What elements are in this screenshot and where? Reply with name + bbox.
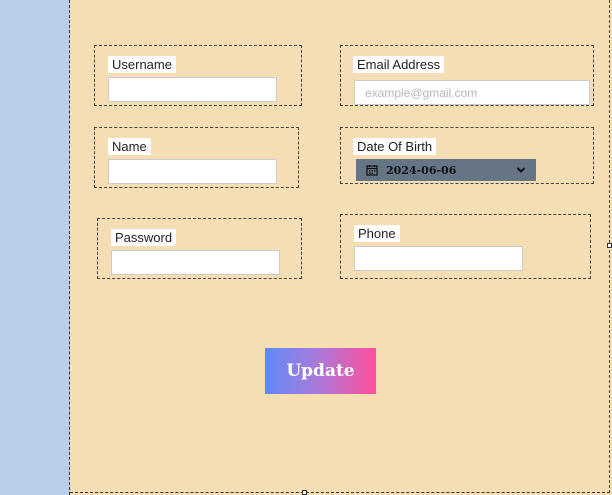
- phone-input[interactable]: [354, 246, 523, 271]
- username-label: Username: [108, 56, 176, 73]
- name-label: Name: [108, 138, 151, 155]
- phone-label: Phone: [354, 225, 400, 242]
- calendar-icon: [366, 165, 378, 176]
- sidebar: [0, 0, 70, 495]
- chevron-down-icon[interactable]: [516, 165, 526, 175]
- dob-date-picker[interactable]: 2024-06-06: [356, 159, 536, 181]
- resize-handle-bottom[interactable]: [302, 490, 307, 495]
- username-input[interactable]: [108, 77, 277, 102]
- email-input[interactable]: [354, 80, 590, 105]
- dob-value: 2024-06-06: [386, 163, 457, 177]
- update-button[interactable]: Update: [265, 348, 376, 394]
- password-label: Password: [111, 229, 177, 246]
- name-input[interactable]: [108, 159, 277, 184]
- password-input[interactable]: [111, 250, 280, 275]
- resize-handle-right[interactable]: [607, 243, 612, 248]
- dob-label: Date Of Birth: [353, 138, 437, 155]
- email-label: Email Address: [353, 56, 445, 73]
